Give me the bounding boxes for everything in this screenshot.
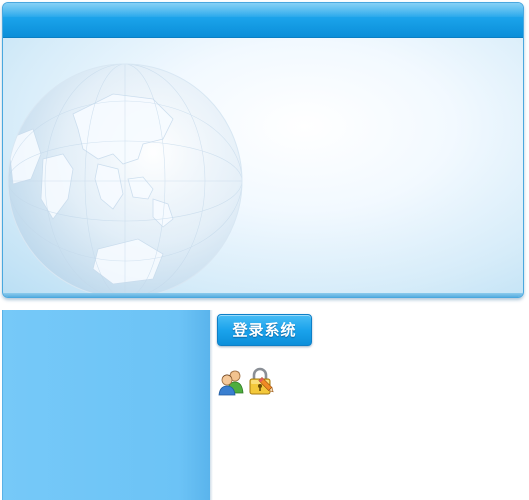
banner-title-bar — [3, 3, 523, 38]
side-panel — [2, 310, 213, 500]
login-system-button[interactable]: 登录系统 — [217, 314, 312, 346]
banner-bottom-edge — [3, 293, 523, 297]
lock-edit-icon[interactable] — [247, 367, 276, 396]
header-banner — [2, 2, 524, 298]
users-icon[interactable] — [217, 367, 246, 396]
globe-icon — [7, 63, 243, 297]
login-page: 登录系统 — [0, 0, 529, 500]
